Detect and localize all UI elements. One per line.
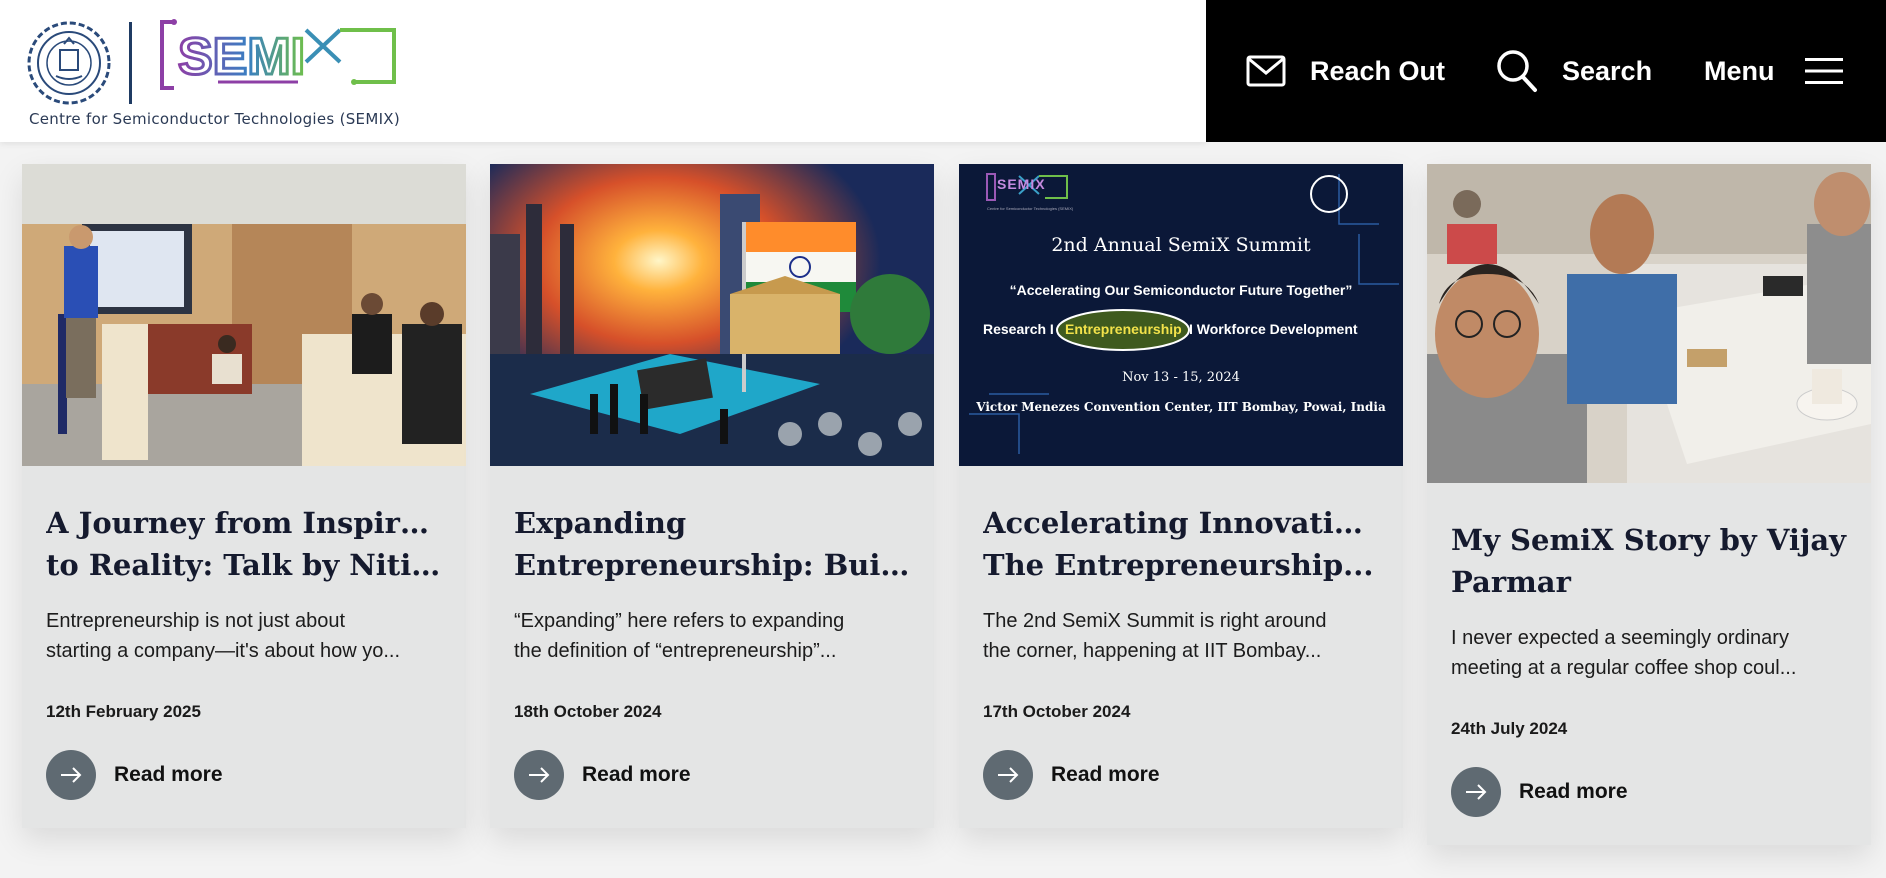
reach-out-label: Reach Out xyxy=(1310,55,1446,86)
card-title[interactable]: Accelerating Innovation: The Entrepreneu… xyxy=(983,502,1379,586)
arrow-right-icon[interactable] xyxy=(46,750,96,800)
search-button[interactable]: Search xyxy=(1496,0,1652,142)
arrow-right-icon[interactable] xyxy=(983,750,1033,800)
hamburger-icon xyxy=(1804,57,1843,85)
card-title[interactable]: My SemiX Story by Vijay Parmar xyxy=(1451,519,1847,603)
poster-logo-caption: Centre for Semiconductor Technologies (S… xyxy=(987,206,1074,211)
header-brand-area: SEMI Centre for Semiconductor Technologi… xyxy=(0,0,1206,142)
card-excerpt: Entrepreneurship is not just about start… xyxy=(46,610,400,662)
card-date: 18th October 2024 xyxy=(514,702,662,721)
search-icon xyxy=(1496,49,1538,93)
article-card[interactable]: My SemiX Story by Vijay Parmar I never e… xyxy=(1427,164,1871,845)
read-more-link[interactable]: Read more xyxy=(514,750,910,800)
logo-caption: Centre for Semiconductor Technologies (S… xyxy=(29,110,401,128)
article-card[interactable]: SEMIX Centre for Semiconductor Technolog… xyxy=(959,164,1403,828)
arrow-right-icon[interactable] xyxy=(1451,767,1501,817)
poster-pillar-workforce: I Workforce Development xyxy=(1189,321,1358,337)
read-more-link[interactable]: Read more xyxy=(983,750,1379,800)
card-date: 12th February 2025 xyxy=(46,702,201,721)
poster-pillar-research: Research I xyxy=(983,321,1054,337)
header-nav: Reach Out Search Menu xyxy=(1206,0,1886,142)
read-more-link[interactable]: Read more xyxy=(1451,767,1847,817)
card-image-summit-poster: SEMIX Centre for Semiconductor Technolog… xyxy=(959,164,1403,466)
poster-title: 2nd Annual SemiX Summit xyxy=(1051,234,1311,256)
poster-pillar-entrepreneurship: Entrepreneurship xyxy=(1065,321,1182,337)
poster-dates: Nov 13 - 15, 2024 xyxy=(1122,370,1240,385)
reach-out-button[interactable]: Reach Out xyxy=(1246,0,1445,142)
menu-label: Menu xyxy=(1704,55,1775,86)
logo-divider xyxy=(129,22,132,104)
card-image-coffee-selfie xyxy=(1427,164,1871,483)
card-date: 17th October 2024 xyxy=(983,702,1131,721)
svg-text:SEMI: SEMI xyxy=(178,28,305,86)
article-card[interactable]: A Journey from Inspiration to Reality: T… xyxy=(22,164,466,828)
poster-tagline: “Accelerating Our Semiconductor Future T… xyxy=(1009,282,1353,298)
card-title[interactable]: A Journey from Inspiration to Reality: T… xyxy=(46,502,442,586)
card-image-seminar xyxy=(22,164,466,466)
iit-emblem-icon xyxy=(27,21,111,105)
read-more-label: Read more xyxy=(1519,780,1628,803)
search-label: Search xyxy=(1562,55,1653,86)
menu-button[interactable]: Menu xyxy=(1704,0,1843,142)
card-image-india-semiconductor xyxy=(490,164,934,466)
site-header: SEMI Centre for Semiconductor Technologi… xyxy=(0,0,1886,142)
card-date: 24th July 2024 xyxy=(1451,719,1568,738)
article-card[interactable]: Expanding Entrepreneurship: Buildi... “E… xyxy=(490,164,934,828)
poster-venue: Victor Menezes Convention Center, IIT Bo… xyxy=(976,400,1386,414)
card-excerpt: I never expected a seemingly ordinary me… xyxy=(1451,627,1797,679)
mail-icon xyxy=(1246,55,1286,87)
poster-logo: SEMIX xyxy=(997,176,1046,192)
read-more-label: Read more xyxy=(582,763,691,786)
card-excerpt: “Expanding” here refers to expanding the… xyxy=(514,610,845,662)
card-title[interactable]: Expanding Entrepreneurship: Buildi... xyxy=(514,502,910,586)
card-excerpt: The 2nd SemiX Summit is right around the… xyxy=(983,610,1327,662)
semix-logo-icon: SEMI xyxy=(160,19,396,90)
arrow-right-icon[interactable] xyxy=(514,750,564,800)
read-more-link[interactable]: Read more xyxy=(46,750,442,800)
read-more-label: Read more xyxy=(1051,763,1160,786)
read-more-label: Read more xyxy=(114,763,223,786)
